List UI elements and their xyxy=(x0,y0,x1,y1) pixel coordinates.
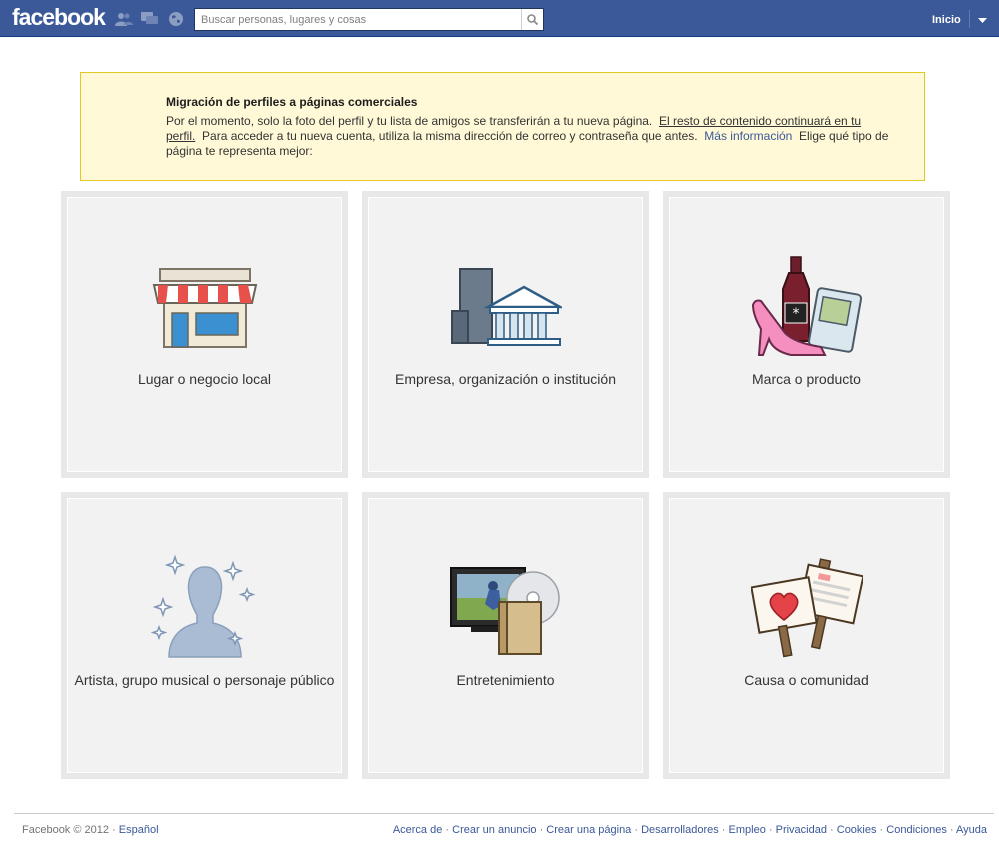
caret-down-icon xyxy=(977,17,987,23)
footer-link-terms[interactable]: Condiciones xyxy=(886,824,947,836)
friend-requests-icon[interactable] xyxy=(114,11,134,27)
notice-body: Por el momento, solo la foto del perfil … xyxy=(166,114,896,159)
category-brand-product[interactable]: * Marca o producto xyxy=(663,191,950,478)
category-entertainment[interactable]: Entretenimiento xyxy=(362,492,649,779)
footer-link-create-page[interactable]: Crear una página xyxy=(546,824,631,836)
notice-title: Migración de perfiles a páginas comercia… xyxy=(166,95,418,109)
category-label: Empresa, organización o institución xyxy=(394,371,616,387)
footer-left: Facebook © 2012 · Español xyxy=(22,824,159,836)
products-icon: * xyxy=(747,252,867,362)
category-artist-public-figure[interactable]: Artista, grupo musical o personaje públi… xyxy=(61,492,348,779)
notice-text-1: Por el momento, solo la foto del perfil … xyxy=(166,114,653,128)
notice-text-2: Para acceder a tu nueva cuenta, utiliza … xyxy=(202,129,698,143)
footer-link-developers[interactable]: Desarrolladores xyxy=(641,824,719,836)
footer-link-create-ad[interactable]: Crear un anuncio xyxy=(452,824,536,836)
category-local-business[interactable]: Lugar o negocio local xyxy=(61,191,348,478)
artist-silhouette-icon xyxy=(145,553,265,663)
footer-link-privacy[interactable]: Privacidad xyxy=(776,824,827,836)
footer-copyright: Facebook © 2012 · xyxy=(22,824,116,836)
category-label: Artista, grupo musical o personaje públi… xyxy=(74,672,335,688)
protest-signs-icon xyxy=(747,553,867,663)
footer-links: Acerca de · Crear un anuncio · Crear una… xyxy=(392,824,987,836)
search-box xyxy=(194,8,544,31)
facebook-logo[interactable]: facebook xyxy=(12,4,106,31)
storefront-icon xyxy=(145,252,265,362)
search-input[interactable] xyxy=(195,9,521,30)
footer-link-cookies[interactable]: Cookies xyxy=(837,824,877,836)
home-link[interactable]: Inicio xyxy=(932,14,961,26)
category-company[interactable]: Empresa, organización o institución xyxy=(362,191,649,478)
category-label: Causa o comunidad xyxy=(744,672,869,688)
account-menu-button[interactable] xyxy=(973,11,991,29)
migration-notice: Migración de perfiles a páginas comercia… xyxy=(80,72,925,181)
category-cause-community[interactable]: Causa o comunidad xyxy=(663,492,950,779)
footer-link-help[interactable]: Ayuda xyxy=(956,824,987,836)
entertainment-icon xyxy=(446,553,566,663)
buildings-icon xyxy=(446,252,566,362)
search-icon xyxy=(527,14,538,25)
category-label: Marca o producto xyxy=(752,371,861,387)
notifications-globe-icon[interactable] xyxy=(166,11,186,27)
footer-link-about[interactable]: Acerca de xyxy=(393,824,443,836)
more-info-link[interactable]: Más información xyxy=(704,129,792,143)
messages-icon[interactable] xyxy=(140,11,160,27)
category-label: Entretenimiento xyxy=(456,672,555,688)
top-bar: facebook Inicio xyxy=(0,0,999,37)
footer-divider xyxy=(14,813,994,814)
search-button[interactable] xyxy=(521,9,543,30)
nav-divider xyxy=(969,10,970,28)
language-link[interactable]: Español xyxy=(119,824,159,836)
footer-link-careers[interactable]: Empleo xyxy=(729,824,766,836)
category-label: Lugar o negocio local xyxy=(137,371,272,387)
notification-jewels xyxy=(114,11,186,27)
svg-text:*: * xyxy=(792,306,799,322)
